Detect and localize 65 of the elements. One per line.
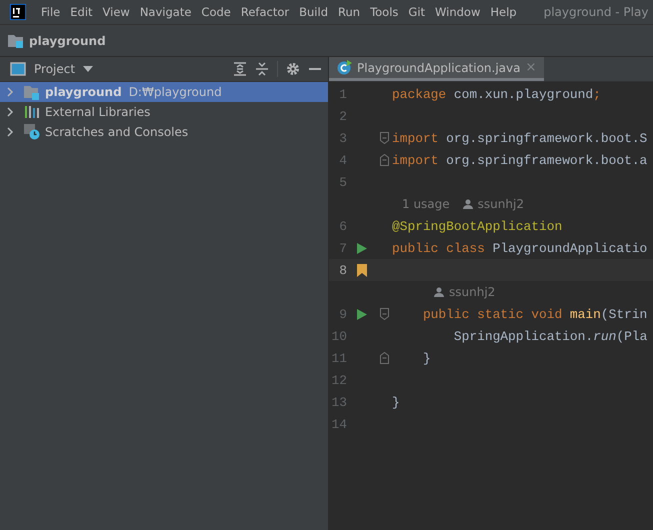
code-line: package com.xun.playground; — [391, 86, 601, 102]
person-icon — [434, 287, 444, 297]
panel-title[interactable]: Project — [34, 62, 76, 76]
line-number: 7 — [338, 240, 347, 256]
folder-icon — [7, 32, 25, 48]
fold-icon[interactable] — [380, 154, 388, 166]
code-line: import org.springframework.boot.S — [391, 130, 648, 146]
tree-item[interactable]: playground D:₩playground — [0, 82, 328, 102]
line-number: 3 — [338, 130, 347, 146]
line-number: 5 — [338, 174, 347, 190]
line-number: 12 — [330, 372, 347, 388]
fold-icon[interactable] — [380, 132, 388, 144]
line-number: 9 — [338, 306, 347, 322]
line-number: 6 — [338, 218, 347, 234]
tree-item[interactable]: External Libraries — [0, 102, 328, 122]
app-logo-icon — [10, 4, 26, 20]
line-number: 8 — [338, 262, 347, 278]
menu-item[interactable]: Tools — [365, 5, 404, 19]
caret-icon[interactable] — [83, 66, 94, 72]
code-line: import org.springframework.boot.a — [391, 152, 648, 168]
code-line: } — [422, 350, 431, 366]
menu-item[interactable]: Refactor — [236, 5, 294, 19]
line-number: 11 — [330, 350, 347, 366]
code-line: SpringApplication.run(Pla — [452, 328, 648, 344]
menu-item[interactable]: Window — [430, 5, 486, 19]
menu-item[interactable]: Git — [403, 5, 430, 19]
expand-all-icon[interactable] — [233, 62, 247, 76]
menu-item[interactable]: Edit — [65, 5, 98, 19]
line-number: 4 — [338, 152, 347, 168]
collapse-all-icon[interactable] — [255, 62, 269, 76]
run-icon[interactable] — [357, 242, 367, 254]
editor-tab[interactable]: PlaygroundApplication.java × — [329, 57, 544, 81]
menu-item[interactable]: Navigate — [134, 5, 196, 19]
fold-icon[interactable] — [380, 352, 388, 364]
code-line: @SpringBootApplication — [391, 218, 562, 234]
fold-icon[interactable] — [380, 308, 388, 320]
menu-item[interactable]: Run — [333, 5, 366, 19]
folder-icon — [24, 84, 40, 100]
person-icon — [462, 199, 473, 209]
menu-item[interactable]: Code — [196, 5, 236, 19]
code-line: } — [391, 394, 400, 410]
menu-item[interactable]: View — [98, 5, 135, 19]
window-title: playground - Play — [544, 5, 648, 19]
menu-item[interactable]: Help — [485, 5, 522, 19]
bookmark-icon[interactable] — [357, 264, 367, 276]
run-icon[interactable] — [357, 308, 367, 320]
tree-item[interactable]: Scratches and Consoles — [0, 122, 328, 142]
class-icon — [337, 60, 352, 75]
scratch-clock-icon — [24, 124, 40, 140]
usages-hint[interactable]: 1 usage — [402, 197, 450, 211]
line-number: 1 — [338, 86, 347, 102]
line-number: 13 — [330, 394, 347, 410]
author-hint[interactable]: ssunhj2 — [449, 285, 496, 299]
code-line: public static void main(Strin — [422, 306, 648, 322]
line-number: 10 — [330, 328, 347, 344]
code-line: public class PlaygroundApplicatio — [391, 240, 648, 256]
settings-icon[interactable] — [286, 62, 300, 76]
window-icon — [10, 62, 26, 76]
library-icon — [24, 105, 40, 119]
menu-item[interactable]: Build — [294, 5, 333, 19]
author-hint[interactable]: ssunhj2 — [478, 197, 524, 211]
breadcrumb[interactable]: playground — [29, 34, 106, 48]
line-number: 2 — [338, 108, 347, 124]
line-number: 14 — [330, 416, 347, 432]
menu-item[interactable]: File — [36, 5, 66, 19]
